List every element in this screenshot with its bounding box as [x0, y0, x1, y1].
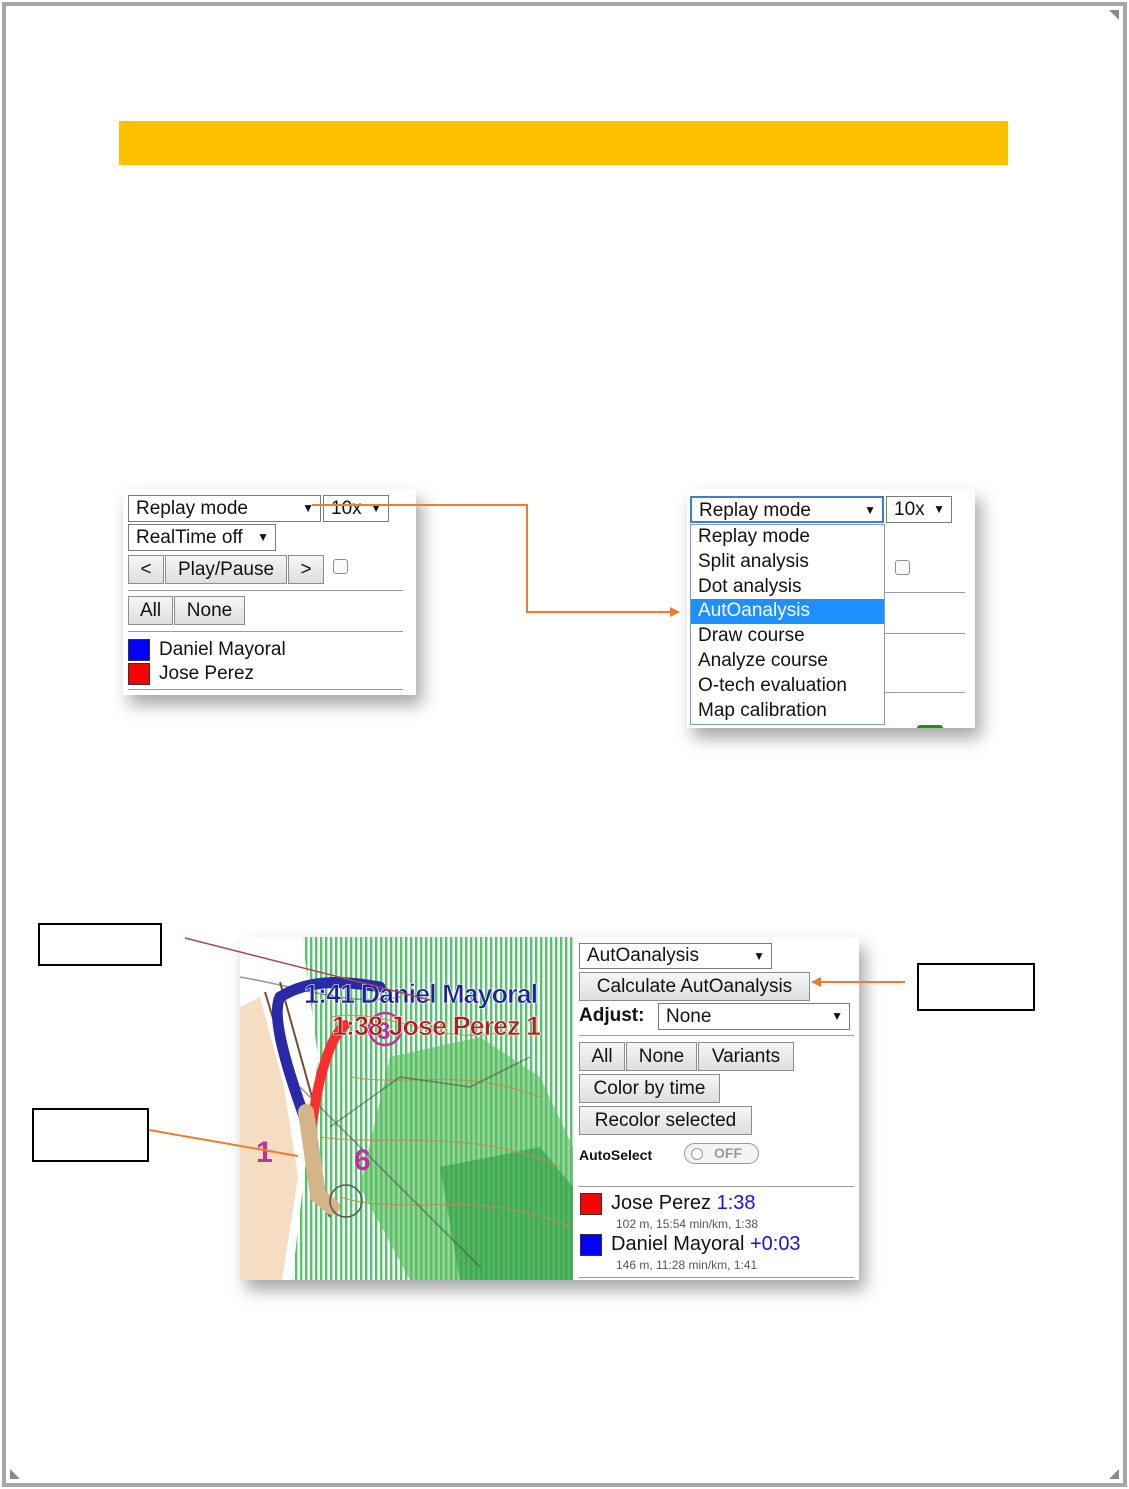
variants-button[interactable]: Variants [698, 1042, 794, 1071]
menu-item-replay-mode[interactable]: Replay mode [691, 525, 884, 550]
result-time: 1:38 [716, 1192, 756, 1214]
dropdown-arrow-icon: ▼ [370, 501, 382, 515]
result-color-swatch[interactable] [580, 1234, 602, 1256]
loop-checkbox[interactable] [895, 560, 910, 575]
autoselect-toggle[interactable]: OFF [684, 1143, 759, 1164]
loop-checkbox[interactable] [333, 559, 348, 574]
callout-box-route [32, 1108, 149, 1162]
title-bar [119, 121, 1008, 165]
divider [128, 689, 403, 690]
runner-color-swatch[interactable] [128, 639, 150, 661]
result-detail: 146 m, 11:28 min/km, 1:41 [616, 1258, 758, 1272]
speed-select-value: 10x [331, 498, 362, 519]
divider [579, 1186, 854, 1187]
speed-select[interactable]: 10x ▼ [886, 496, 952, 523]
control-number-6: 6 [354, 1144, 371, 1177]
divider [579, 1277, 854, 1278]
color-by-time-button[interactable]: Color by time [579, 1074, 720, 1103]
mode-menu-screenshot: Replay mode ▼ 10x ▼ Replay mode Split an… [687, 489, 975, 728]
partial-toggle [917, 725, 943, 728]
select-all-button[interactable]: All [579, 1042, 625, 1071]
divider [885, 592, 965, 593]
divider [579, 1035, 854, 1036]
autoselect-label: AutoSelect [579, 1147, 653, 1163]
runner-color-swatch[interactable] [128, 663, 150, 685]
select-none-button[interactable]: None [174, 596, 245, 625]
corner-mark [1109, 10, 1119, 20]
toggle-state: OFF [714, 1145, 742, 1161]
realtime-select-value: RealTime off [136, 527, 243, 548]
dense-forest [440, 1147, 573, 1280]
dropdown-arrow-icon: ▼ [302, 501, 314, 515]
divider [885, 633, 965, 634]
callout-box-calculate [917, 963, 1035, 1011]
dropdown-arrow-icon: ▼ [831, 1009, 843, 1023]
mode-select[interactable]: AutOanalysis ▼ [579, 943, 772, 969]
adjust-select[interactable]: None ▼ [658, 1003, 850, 1030]
result-name: Daniel Mayoral [611, 1233, 745, 1255]
menu-item-draw-course[interactable]: Draw course [691, 624, 884, 649]
menu-item-analyze-course[interactable]: Analyze course [691, 649, 884, 674]
divider [128, 590, 403, 591]
menu-item-map-calibration[interactable]: Map calibration [691, 699, 884, 724]
dropdown-arrow-icon: ▼ [864, 503, 876, 517]
dropdown-arrow-icon: ▼ [753, 949, 765, 963]
calculate-autoanalysis-button[interactable]: Calculate AutOanalysis [579, 972, 810, 1001]
speed-select[interactable]: 10x ▼ [323, 495, 389, 522]
select-all-button[interactable]: All [128, 596, 173, 625]
result-name: Jose Perez [611, 1192, 712, 1214]
corner-mark [10, 1469, 20, 1479]
callout-box-map-labels [38, 923, 162, 966]
mode-select-value: Replay mode [699, 500, 811, 521]
divider [128, 631, 403, 632]
runner-name[interactable]: Jose Perez [159, 663, 254, 685]
adjust-label: Adjust: [579, 1005, 645, 1026]
map-label-red-runner: 1:38 Jose Perez 1 [332, 1011, 541, 1041]
menu-item-split-analysis[interactable]: Split analysis [691, 550, 884, 575]
menu-item-dot-analysis[interactable]: Dot analysis [691, 575, 884, 600]
orienteering-map[interactable]: 3 1 6 1:41 Daniel Mayoral 1:38 Jose Pere… [240, 937, 573, 1280]
play-pause-button[interactable]: Play/Pause [165, 555, 287, 584]
recolor-selected-button[interactable]: Recolor selected [579, 1106, 752, 1135]
mode-select[interactable]: Replay mode ▼ [690, 496, 884, 523]
control-number-1: 1 [256, 1136, 273, 1169]
speed-select-value: 10x [894, 499, 925, 520]
map-label-blue-runner: 1:41 Daniel Mayoral [304, 979, 537, 1009]
next-button[interactable]: > [288, 555, 324, 584]
corner-mark [1109, 1469, 1119, 1479]
mode-select[interactable]: Replay mode ▼ [128, 495, 321, 522]
result-runner-name[interactable]: Daniel Mayoral +0:03 [611, 1233, 801, 1256]
dropdown-arrow-icon: ▼ [257, 530, 269, 544]
prev-button[interactable]: < [128, 555, 164, 584]
divider [885, 692, 965, 693]
result-color-swatch[interactable] [580, 1193, 602, 1215]
replay-panel-screenshot: Replay mode ▼ 10x ▼ RealTime off ▼ < Pla… [123, 489, 416, 695]
runner-name[interactable]: Daniel Mayoral [159, 639, 286, 661]
mode-select-value: AutOanalysis [587, 945, 699, 966]
result-detail: 102 m, 15:54 min/km, 1:38 [616, 1217, 759, 1231]
realtime-select[interactable]: RealTime off ▼ [128, 524, 276, 551]
result-time: +0:03 [749, 1233, 801, 1255]
dropdown-arrow-icon: ▼ [933, 502, 945, 516]
toggle-knob-icon [691, 1148, 703, 1160]
mode-dropdown-menu[interactable]: Replay mode Split analysis Dot analysis … [690, 524, 885, 725]
result-runner-name[interactable]: Jose Perez 1:38 [611, 1192, 756, 1215]
menu-item-autoanalysis[interactable]: AutOanalysis [691, 599, 884, 625]
menu-item-otech-evaluation[interactable]: O-tech evaluation [691, 674, 884, 699]
adjust-select-value: None [666, 1006, 712, 1027]
mode-select-value: Replay mode [136, 498, 248, 519]
select-none-button[interactable]: None [626, 1042, 697, 1071]
autoanalysis-screenshot: 3 1 6 1:41 Daniel Mayoral 1:38 Jose Pere… [240, 937, 859, 1280]
